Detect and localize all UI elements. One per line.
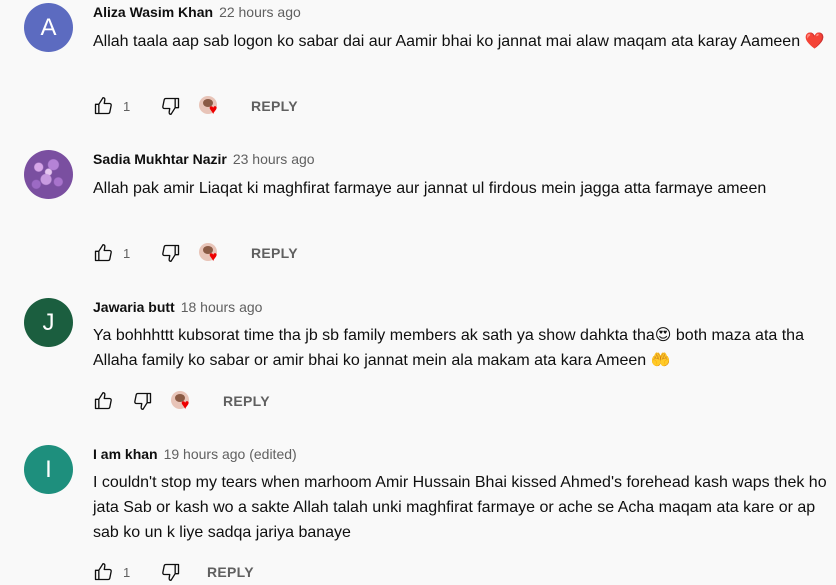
comment-author[interactable]: Sadia Mukhtar Nazir [93,151,227,167]
reply-button[interactable]: REPLY [223,393,270,409]
creator-heart-badge: ♥ [199,94,225,118]
like-count: 1 [123,564,131,580]
comment-author[interactable]: Jawaria butt [93,299,175,315]
reply-button[interactable]: REPLY [251,98,298,114]
thumb-down-icon[interactable] [161,562,181,582]
comment-timestamp[interactable]: 19 hours ago (edited) [164,446,297,462]
avatar[interactable]: I [24,445,73,494]
heart-icon: ♥ [181,396,190,412]
thumb-up-icon[interactable] [93,562,113,582]
thumb-up-icon[interactable] [93,96,113,116]
comment-timestamp[interactable]: 23 hours ago [233,151,315,167]
comment-timestamp[interactable]: 22 hours ago [219,4,301,20]
thumb-up-icon[interactable] [93,243,113,263]
comment-text: Allah taala aap sab logon ko sabar dai a… [93,33,825,50]
creator-heart-badge: ♥ [171,389,197,413]
reply-button[interactable]: REPLY [207,564,254,580]
comment-text: Ya bohhhttt kubsorat time tha jb sb fami… [93,327,804,369]
comment-author[interactable]: I am khan [93,446,158,462]
thumb-down-icon[interactable] [161,96,181,116]
thumb-down-icon[interactable] [161,243,181,263]
heart-icon: ♥ [209,248,218,264]
thumb-down-icon[interactable] [133,391,153,411]
avatar[interactable]: J [24,298,73,347]
comment-timestamp[interactable]: 18 hours ago [181,299,263,315]
like-count: 1 [123,245,131,261]
creator-heart-badge: ♥ [199,241,225,265]
comment-text: I couldn't stop my tears when marhoom Am… [93,474,827,541]
avatar[interactable]: A [24,3,73,52]
heart-icon: ♥ [209,101,218,117]
like-count: 1 [123,98,131,114]
avatar[interactable] [24,150,73,199]
thumb-up-icon[interactable] [93,391,113,411]
comment-text: Allah pak amir Liaqat ki maghfirat farma… [93,180,767,197]
reply-button[interactable]: REPLY [251,245,298,261]
comment-author[interactable]: Aliza Wasim Khan [93,4,213,20]
